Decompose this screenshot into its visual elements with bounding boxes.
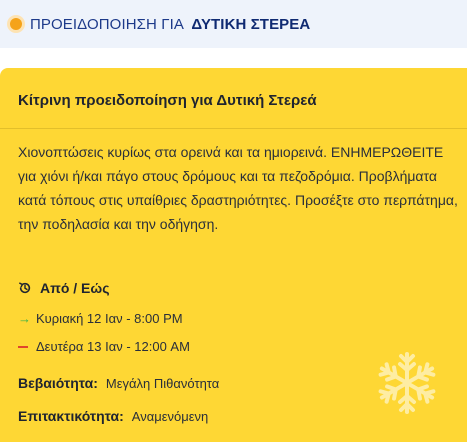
urgency-label: Επιτακτικότητα: [18, 408, 124, 424]
history-clock-icon [19, 282, 31, 294]
snowflake-icon [376, 352, 438, 414]
period-to: Δευτέρα 13 Ιαν - 12:00 AM [36, 339, 190, 354]
period-from-row: → Κυριακή 12 Ιαν - 8:00 PM [18, 311, 183, 326]
period-to-row: Δευτέρα 13 Ιαν - 12:00 AM [18, 339, 190, 354]
warning-card: Κίτρινη προειδοποίηση για Δυτική Στερεά … [0, 68, 467, 442]
warning-description: Χιονοπτώσεις κυρίως στα ορεινά και τα ημ… [18, 144, 458, 232]
alert-header-bar: ΠΡΟΕΙΔΟΠΟΙΗΣΗ ΓΙΑ ΔΥΤΙΚΗ ΣΤΕΡΕΑ [0, 0, 467, 48]
orange-dot-icon [10, 18, 22, 30]
period-label: Από / Εώς [40, 280, 110, 296]
period-from: Κυριακή 12 Ιαν - 8:00 PM [36, 311, 183, 326]
alert-header-label: ΠΡΟΕΙΔΟΠΟΙΗΣΗ ΓΙΑ [30, 15, 184, 33]
certainty-row: Βεβαιότητα: Μεγάλη Πιθανότητα [18, 375, 219, 391]
arrow-right-icon: → [18, 311, 31, 326]
urgency-row: Επιτακτικότητα: Αναμενόμενη [18, 408, 208, 424]
alert-header-title: ΠΡΟΕΙΔΟΠΟΙΗΣΗ ΓΙΑ ΔΥΤΙΚΗ ΣΤΕΡΕΑ [30, 16, 310, 33]
period-header: Από / Εώς [18, 280, 110, 296]
urgency-value: Αναμενόμενη [131, 409, 209, 424]
certainty-value: Μεγάλη Πιθανότητα [105, 376, 220, 391]
divider [0, 128, 467, 129]
dash-icon [18, 345, 36, 348]
warning-title: Κίτρινη προειδοποίηση για Δυτική Στερεά [18, 92, 317, 109]
certainty-label: Βεβαιότητα: [18, 375, 98, 391]
alert-header-region: ΔΥΤΙΚΗ ΣΤΕΡΕΑ [191, 15, 311, 33]
